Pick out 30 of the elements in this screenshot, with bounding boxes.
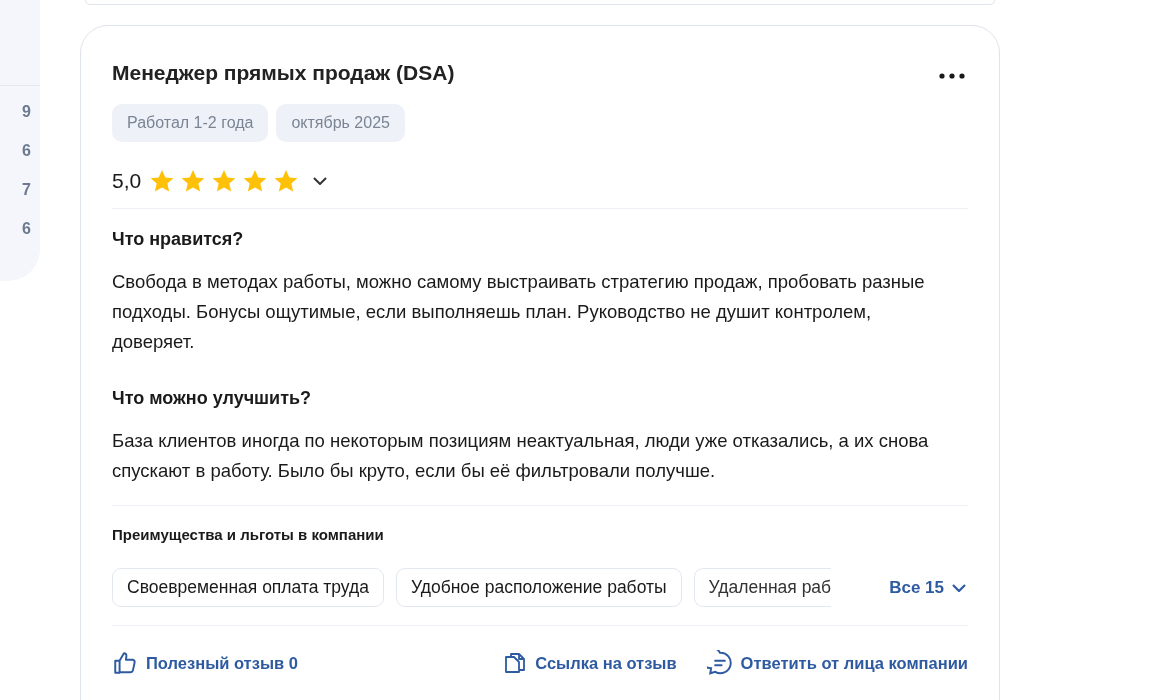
rating-value: 5,0	[112, 169, 142, 193]
review-text: Свобода в методах работы, можно самому выстраивать стратегию продаж, пробовать разные подходы. Бонусы ощутимые, если выполняешь план. Руководство не душит контролем, доверяет.	[112, 270, 926, 354]
benefits-heading: Преимущества и льготы в компании	[112, 526, 385, 543]
review-title: Менеджер прямых продаж (DSA)	[112, 60, 455, 86]
chevron-down-icon	[952, 583, 966, 592]
count-label: 6	[21, 219, 32, 239]
section-heading: Что нравится?	[112, 228, 245, 251]
tag: Работал 1-2 года	[112, 104, 269, 142]
tag: октябрь 2025	[276, 104, 405, 142]
section-heading: Что можно улучшить?	[112, 387, 313, 410]
chat-icon	[706, 650, 733, 676]
link-button[interactable]: Ссылка на отзыв	[503, 650, 677, 676]
star-icon	[211, 168, 238, 194]
star-icon	[242, 168, 269, 194]
benefit-chip: Удаленная раб	[693, 568, 832, 607]
count-label: 6	[21, 141, 32, 161]
star-icon	[273, 168, 300, 194]
benefit-chip: Удобное расположение работы	[396, 568, 682, 607]
show-all-button[interactable]: Все 15	[889, 577, 966, 598]
star-icon	[180, 168, 207, 194]
review-text: База клиентов иногда по некоторым позициям неактуальная, люди уже отказались, а их снова спускают в работу. Было бы круто, если бы её фильтровали получше.	[112, 429, 930, 483]
copy-icon	[503, 650, 528, 676]
thumbs-up-icon	[112, 650, 138, 676]
benefit-chip: Своевременная оплата труда	[112, 568, 384, 607]
star-icon	[149, 168, 176, 194]
like-button[interactable]: Полезный отзыв 0	[112, 650, 298, 676]
expand-button[interactable]	[313, 177, 328, 185]
count-label: 9	[21, 102, 32, 122]
reply-button[interactable]: Ответить от лица компании	[706, 650, 968, 676]
count-label: 7	[21, 180, 32, 200]
